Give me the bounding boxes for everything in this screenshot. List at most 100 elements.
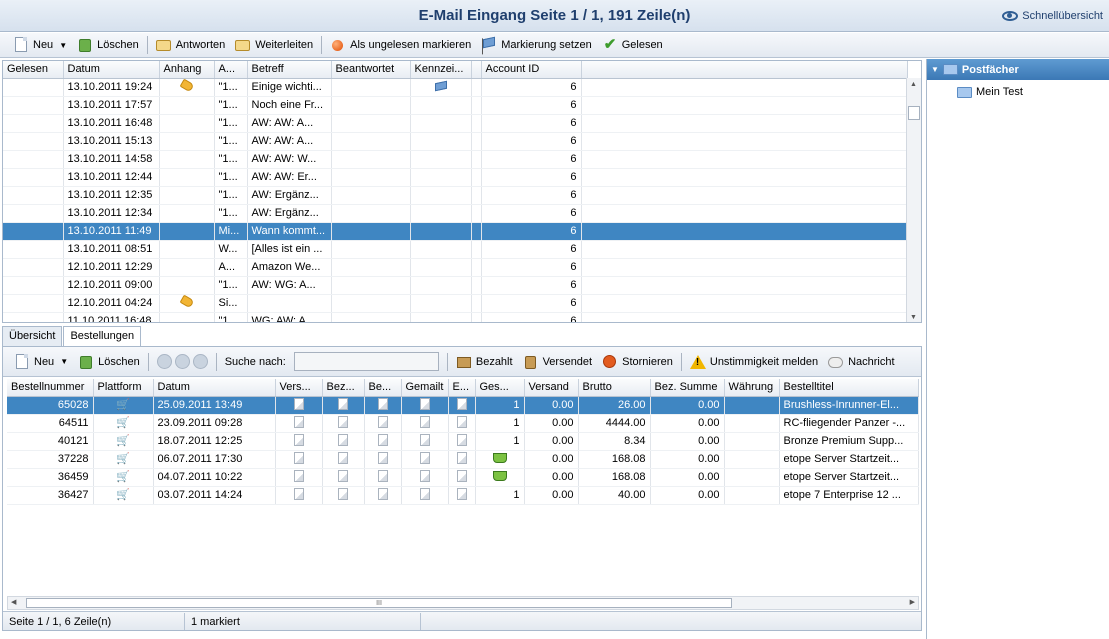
column-header[interactable]: Anhang [159, 61, 215, 79]
column-header[interactable]: Be... [364, 379, 402, 397]
column-header[interactable]: Beantwortet [331, 61, 411, 79]
column-header[interactable]: Vers... [275, 379, 323, 397]
table-row[interactable]: 13.10.2011 15:13 "1... AW: AW: A... 6 [3, 132, 908, 151]
column-header[interactable]: Datum [63, 61, 160, 79]
page-icon[interactable] [377, 397, 388, 410]
table-row[interactable]: 40121 🛒 18.07.2011 12:25 1 0.00 8.34 0.00 Bronz… [7, 432, 919, 451]
set-flag-button[interactable]: Markierung setzen [476, 34, 597, 56]
scroll-up-arrow-icon[interactable]: ▲ [910, 81, 917, 88]
table-row[interactable]: 36459 🛒 04.07.2011 10:22 0.00 168.08 0.00 etop… [7, 468, 919, 487]
chevron-down-icon[interactable]: ▼ [60, 357, 68, 366]
refresh-icon[interactable] [174, 354, 190, 369]
page-icon[interactable] [456, 397, 467, 410]
table-row[interactable]: 36427 🛒 03.07.2011 14:24 1 0.00 40.00 0.00 etop… [7, 486, 919, 505]
chevron-down-icon[interactable]: ▼ [59, 41, 67, 50]
page-icon[interactable] [377, 415, 388, 428]
page-icon[interactable] [338, 469, 348, 482]
horizontal-scroll-thumb[interactable]: III [26, 598, 732, 608]
page-icon[interactable] [338, 487, 348, 500]
table-row[interactable]: 12.10.2011 12:29 A... Amazon We... 6 [3, 258, 908, 277]
mail-vertical-scrollbar[interactable]: ▲ ▼ [906, 78, 921, 322]
table-row[interactable]: 65028 🛒 25.09.2011 13:49 1 0.00 26.00 0.00 Brus… [7, 396, 919, 415]
scroll-left-arrow-icon[interactable]: ◀ [11, 598, 16, 606]
page-icon[interactable] [377, 487, 388, 500]
page-icon[interactable] [377, 469, 388, 482]
page-icon[interactable] [377, 433, 388, 446]
column-header[interactable]: Kennzei... [410, 61, 472, 79]
expand-arrow-icon[interactable]: ▼ [931, 65, 939, 74]
shipped-button[interactable]: Versendet [518, 351, 598, 373]
page-icon[interactable] [293, 397, 304, 410]
page-icon[interactable] [456, 433, 467, 446]
overview-button[interactable]: Schnellübersicht [1002, 8, 1103, 24]
paid-button[interactable]: Bezahlt [451, 351, 518, 373]
table-row[interactable]: 11.10.2011 16:48 "1... WG: AW: A... 6 [3, 312, 908, 322]
table-row[interactable]: 13.10.2011 19:24 "1... Einige wichti... 6 [3, 78, 908, 97]
orders-horizontal-scrollbar[interactable]: ◀ III ▶ [7, 596, 919, 610]
page-icon[interactable] [456, 451, 467, 464]
table-row[interactable]: 12.10.2011 09:00 "1... AW: WG: A... 6 [3, 276, 908, 295]
page-icon[interactable] [419, 415, 430, 428]
table-row[interactable]: 12.10.2011 04:24 Si... 6 [3, 294, 908, 313]
page-icon[interactable] [456, 469, 467, 482]
column-header[interactable]: A... [214, 61, 248, 79]
mark-read-button[interactable]: ✔ Gelesen [597, 34, 668, 56]
search-input[interactable] [293, 352, 439, 371]
table-row[interactable]: 13.10.2011 17:57 "1... Noch eine Fr... 6 [3, 96, 908, 115]
column-header[interactable] [471, 61, 482, 79]
page-icon[interactable] [338, 433, 348, 446]
page-icon[interactable] [419, 487, 430, 500]
table-row[interactable]: 13.10.2011 08:51 W... [Alles ist ein ... 6 [3, 240, 908, 259]
column-header[interactable]: Plattform [93, 379, 154, 397]
scroll-thumb[interactable] [908, 106, 920, 120]
page-icon[interactable] [293, 451, 304, 464]
next-icon[interactable] [192, 354, 208, 369]
column-header[interactable]: Betreff [247, 61, 332, 79]
table-row[interactable]: 13.10.2011 14:58 "1... AW: AW: W... 6 [3, 150, 908, 169]
forward-button[interactable]: Weiterleiten [230, 34, 318, 56]
column-header[interactable]: Bestelltitel [779, 379, 919, 397]
previous-icon[interactable] [156, 354, 172, 369]
column-header[interactable]: E... [448, 379, 476, 397]
table-row[interactable]: 37228 🛒 06.07.2011 17:30 0.00 168.08 0.00 etop… [7, 450, 919, 469]
table-row[interactable]: 13.10.2011 16:48 "1... AW: AW: A... 6 [3, 114, 908, 133]
page-icon[interactable] [293, 469, 304, 482]
cancel-order-button[interactable]: Stornieren [597, 351, 678, 373]
page-icon[interactable] [293, 487, 304, 500]
scroll-down-arrow-icon[interactable]: ▼ [910, 314, 917, 321]
column-header[interactable]: Account ID [481, 61, 582, 79]
page-icon[interactable] [338, 415, 348, 428]
tree-item-mein-test[interactable]: Mein Test [957, 83, 1023, 101]
column-header[interactable]: Brutto [578, 379, 651, 397]
table-row[interactable]: 13.10.2011 11:49 Mi... Wann kommt... 6 [3, 222, 908, 241]
page-icon[interactable] [419, 469, 430, 482]
table-row[interactable]: 13.10.2011 12:35 "1... AW: Ergänz... 6 [3, 186, 908, 205]
page-icon[interactable] [419, 397, 430, 410]
tab-uebersicht[interactable]: Übersicht [2, 326, 63, 346]
new-button[interactable]: Neu ▼ [8, 34, 72, 56]
page-icon[interactable] [456, 415, 467, 428]
tree-root-postfaecher[interactable]: ▼ Postfächer [927, 59, 1109, 80]
delete-button[interactable]: Löschen [72, 34, 144, 56]
report-discrepancy-button[interactable]: Unstimmigkeit melden [685, 351, 823, 373]
column-header[interactable]: Gelesen [3, 61, 64, 79]
column-header[interactable]: Währung [724, 379, 780, 397]
message-button[interactable]: Nachricht [823, 351, 899, 373]
page-icon[interactable] [419, 433, 430, 446]
page-icon[interactable] [377, 451, 388, 464]
column-header[interactable]: Datum [153, 379, 276, 397]
page-icon[interactable] [338, 397, 348, 410]
column-header[interactable]: Bestellnummer [7, 379, 94, 397]
column-header[interactable]: Versand [524, 379, 579, 397]
table-row[interactable]: 64511 🛒 23.09.2011 09:28 1 0.00 4444.00 0.00 RC… [7, 414, 919, 433]
reply-button[interactable]: Antworten [151, 34, 231, 56]
table-row[interactable]: 13.10.2011 12:34 "1... AW: Ergänz... 6 [3, 204, 908, 223]
column-header[interactable]: Gemailt [401, 379, 449, 397]
order-new-button[interactable]: Neu ▼ [9, 351, 73, 373]
page-icon[interactable] [338, 451, 348, 464]
order-delete-button[interactable]: Löschen [73, 351, 145, 373]
scroll-right-arrow-icon[interactable]: ▶ [910, 598, 915, 606]
page-icon[interactable] [419, 451, 430, 464]
table-row[interactable]: 13.10.2011 12:44 "1... AW: AW: Er... 6 [3, 168, 908, 187]
page-icon[interactable] [456, 487, 467, 500]
